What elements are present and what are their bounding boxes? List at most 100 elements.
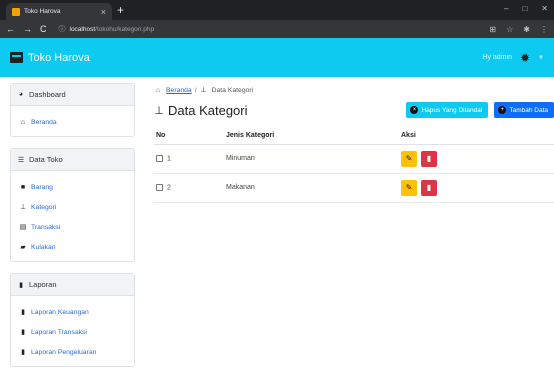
section-title: Laporan [29, 280, 57, 289]
chevron-down-icon[interactable]: ▼ [538, 55, 544, 61]
trash-circle-icon: × [410, 106, 419, 114]
sitemap-icon: ⊥ [154, 104, 164, 117]
new-tab-button[interactable]: + [117, 3, 124, 17]
breadcrumb-home-link[interactable]: Beranda [166, 87, 192, 94]
page-header: ⊥ Data Kategori × Hapus Yang Ditandai + … [154, 97, 554, 123]
file-icon: ▮ [21, 309, 25, 316]
section-title: Data Toko [29, 155, 63, 164]
sidebar-item-barang[interactable]: ■ Barang [19, 177, 126, 197]
section-title: Dashboard [29, 90, 66, 99]
row-no: 1 [167, 155, 171, 163]
sidebar-item-label: Barang [31, 183, 53, 191]
pencil-icon: ✎ [405, 183, 413, 192]
sidebar-item-laporan-transaksi[interactable]: ▮ Laporan Transaksi [19, 322, 126, 342]
edit-button[interactable]: ✎ [401, 150, 417, 167]
gauge-icon: ◕ [18, 91, 24, 98]
trash-icon: ▮ [426, 183, 432, 192]
store-icon [10, 52, 23, 63]
sidebar-item-kategori[interactable]: ⊥ Kategori [19, 197, 126, 217]
delete-button[interactable]: ▮ [420, 179, 437, 196]
sidebar-item-laporan-keuangan[interactable]: ▮ Laporan Keuangan [19, 302, 126, 322]
edit-button[interactable]: ✎ [401, 179, 417, 196]
minimize-icon[interactable]: ‒ [504, 2, 508, 16]
forward-icon[interactable]: → [23, 24, 32, 34]
row-checkbox[interactable] [156, 183, 163, 191]
menu-icon[interactable]: ⋮ [540, 25, 548, 34]
col-aksi: Aksi [399, 127, 554, 145]
sidebar-item-label: Beranda [31, 118, 57, 126]
plus-circle-icon: + [498, 106, 507, 114]
row-no: 2 [167, 184, 171, 192]
reload-icon[interactable]: C [40, 24, 47, 34]
sidebar-item-label: Kulakan [31, 243, 56, 251]
table-row: 1 Minuman ✎ ▮ [154, 144, 554, 174]
sidebar-item-label: Transaksi [31, 223, 61, 231]
sidebar: ◕ Dashboard ⌂ Beranda ☰ Data Toko ■ Bara… [10, 83, 135, 378]
breadcrumb-separator: / [194, 86, 197, 94]
table-row: 2 Makanan ✎ ▮ [154, 173, 554, 203]
url-host: localhost [69, 25, 96, 33]
user-menu[interactable]: Hy admin ✹ ▼ [482, 51, 544, 65]
sidebar-item-label: Laporan Keuangan [31, 308, 89, 316]
breadcrumb: ⌂ Beranda / ⊥ Data Kategori [154, 83, 554, 97]
address-bar[interactable]: ⓘ localhost /tokohu/kategori.php [55, 22, 484, 36]
browser-tab[interactable]: Toko Harova × [6, 3, 112, 20]
delete-selected-button[interactable]: × Hapus Yang Ditandai [406, 102, 489, 118]
tab-title: Toko Harova [24, 8, 61, 15]
gear-icon[interactable]: ✹ [520, 51, 530, 65]
maximize-icon[interactable]: □ [522, 2, 527, 16]
page-title: ⊥ Data Kategori [154, 102, 248, 118]
section-header: ◕ Dashboard [11, 84, 134, 106]
category-table: No Jenis Kategori Aksi 1 Minuman ✎ ▮ 2 M… [154, 127, 554, 203]
pencil-icon: ✎ [405, 154, 413, 163]
row-checkbox[interactable] [156, 154, 163, 162]
brand-name: Toko Harova [28, 51, 90, 64]
cash-register-icon: ▤ [19, 224, 27, 231]
sidebar-item-transaksi[interactable]: ▤ Transaksi [19, 217, 126, 237]
sidebar-item-label: Laporan Transaksi [31, 328, 87, 336]
section-header: ▮ Laporan [11, 274, 134, 296]
sidebar-item-kulakan[interactable]: ▰ Kulakan [19, 237, 126, 257]
add-data-button[interactable]: + Tambah Data [494, 102, 554, 118]
user-greeting: Hy admin [482, 54, 512, 61]
col-no: No [154, 127, 224, 145]
url-path: /tokohu/kategori.php [95, 25, 155, 33]
sitemap-icon: ⊥ [19, 204, 27, 211]
file-icon: ▮ [21, 329, 25, 336]
button-label: Tambah Data [509, 106, 548, 114]
home-icon: ⌂ [20, 118, 26, 126]
truck-icon: ▰ [20, 244, 26, 251]
file-icon: ▮ [19, 281, 23, 289]
back-icon[interactable]: ← [6, 24, 15, 34]
sidebar-item-label: Kategori [31, 203, 57, 211]
sidebar-section-dashboard: ◕ Dashboard ⌂ Beranda [10, 83, 135, 137]
sidebar-item-label: Laporan Pengeluaran [31, 348, 97, 356]
page-actions: × Hapus Yang Ditandai + Tambah Data [406, 102, 554, 118]
sidebar-item-laporan-pengeluaran[interactable]: ▮ Laporan Pengeluaran [19, 342, 126, 362]
app-navbar: Toko Harova Hy admin ✹ ▼ [0, 38, 554, 77]
window-close-icon[interactable]: ✕ [541, 2, 548, 16]
info-icon[interactable]: ⓘ [59, 24, 66, 34]
main-content: ⌂ Beranda / ⊥ Data Kategori ⊥ Data Kateg… [154, 83, 554, 203]
table-header-row: No Jenis Kategori Aksi [154, 127, 554, 145]
file-icon: ▮ [21, 349, 25, 356]
tab-close-icon[interactable]: × [101, 7, 106, 17]
delete-button[interactable]: ▮ [420, 150, 437, 167]
sidebar-item-beranda[interactable]: ⌂ Beranda [19, 112, 126, 132]
trash-icon: ▮ [426, 154, 432, 163]
breadcrumb-current: Data Kategori [211, 86, 254, 94]
browser-toolbar: ← → C ⓘ localhost /tokohu/kategori.php ⊞… [0, 20, 554, 38]
button-label: Hapus Yang Ditandai [421, 106, 483, 114]
share-icon[interactable]: ⊞ [489, 25, 496, 34]
col-jenis-kategori: Jenis Kategori [224, 127, 399, 145]
sidebar-section-laporan: ▮ Laporan ▮ Laporan Keuangan ▮ Laporan T… [10, 273, 135, 367]
sitemap-icon: ⊥ [200, 87, 207, 94]
page-title-text: Data Kategori [168, 102, 248, 118]
brand[interactable]: Toko Harova [10, 52, 90, 64]
home-icon: ⌂ [155, 86, 161, 94]
star-icon[interactable]: ☆ [506, 25, 513, 34]
browser-actions: ⊞ ☆ ✱ ⋮ [489, 25, 548, 34]
row-jenis: Minuman [224, 144, 399, 174]
window-controls: ‒ □ ✕ [504, 2, 548, 16]
extensions-icon[interactable]: ✱ [523, 25, 530, 34]
